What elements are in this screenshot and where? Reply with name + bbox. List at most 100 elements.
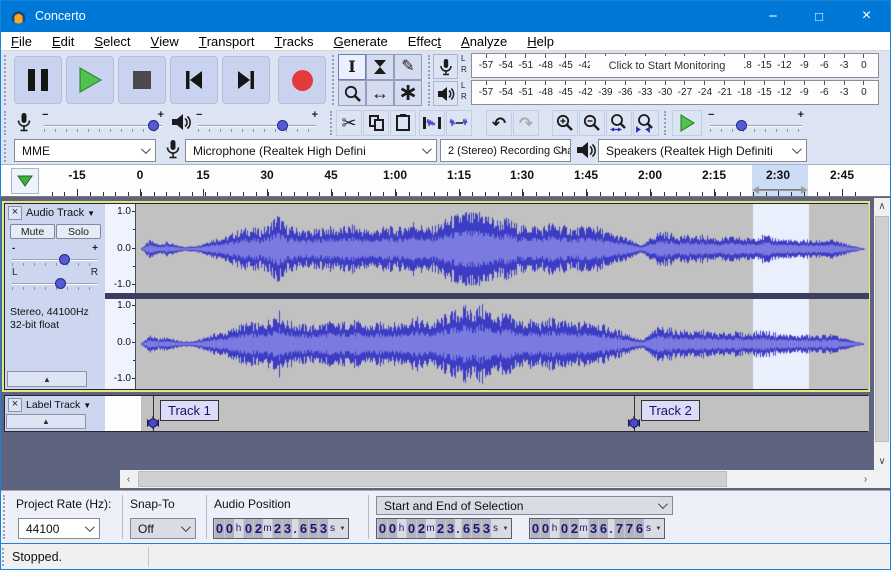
- zoom-in-button[interactable]: [552, 110, 578, 136]
- recording-channels-select[interactable]: 2 (Stereo) Recording Channels: [440, 139, 571, 162]
- recording-meter[interactable]: Click to Start Monitoring -57-54-51-48-4…: [471, 53, 879, 78]
- menu-item-generate[interactable]: Generate: [323, 32, 397, 51]
- play-speed-slider[interactable]: −+: [710, 112, 802, 134]
- scroll-left-button[interactable]: ‹: [120, 470, 137, 488]
- vertical-scroll-thumb[interactable]: [875, 216, 889, 442]
- label-track-content[interactable]: Track 1 Track 2: [105, 396, 869, 431]
- fit-project-button[interactable]: [633, 110, 659, 136]
- time-format-dropdown-icon[interactable]: ▼: [337, 519, 348, 538]
- scroll-up-button[interactable]: ∧: [874, 198, 890, 215]
- fit-selection-button[interactable]: [606, 110, 632, 136]
- playback-meter-grip[interactable]: [428, 82, 430, 106]
- stop-button[interactable]: [118, 56, 166, 104]
- playback-meter-button[interactable]: [433, 81, 458, 106]
- label-track-control-panel[interactable]: × Label Track▼ ▲: [5, 396, 105, 431]
- horizontal-scrollbar[interactable]: ‹ ›: [120, 470, 874, 488]
- label-text[interactable]: Track 2: [641, 400, 700, 421]
- pause-button[interactable]: [14, 56, 62, 104]
- selection-start-display[interactable]: 00h02m23.653s▼: [376, 518, 512, 539]
- timeline-ruler[interactable]: -1501530451:001:151:301:452:002:152:302:…: [0, 165, 891, 197]
- selection-tool-button[interactable]: I: [338, 54, 366, 80]
- vertical-scrollbar[interactable]: ∧ ∨: [874, 198, 890, 470]
- close-track-button[interactable]: ×: [8, 206, 22, 220]
- timeline-options-button[interactable]: [11, 168, 39, 194]
- playback-volume-slider[interactable]: −+: [198, 112, 316, 134]
- maximize-button[interactable]: □: [796, 0, 842, 32]
- label-track[interactable]: × Label Track▼ ▲ Track 1 Track 2: [4, 395, 868, 432]
- copy-button[interactable]: [363, 110, 389, 136]
- quick-play-region-handle[interactable]: [752, 186, 808, 194]
- track-gain-slider[interactable]: - +: [12, 246, 98, 264]
- cut-button[interactable]: ✂: [336, 110, 362, 136]
- mixer-toolbar-grip[interactable]: [4, 111, 6, 135]
- time-format-dropdown-icon[interactable]: ▼: [653, 519, 664, 538]
- selection-toolbar-grip[interactable]: [3, 495, 5, 539]
- audio-track[interactable]: × Audio Track▼ Mute Solo - + L R Ster: [4, 203, 868, 390]
- recording-volume-slider[interactable]: −+: [44, 112, 162, 134]
- zoom-out-button[interactable]: [579, 110, 605, 136]
- draw-tool-button[interactable]: ✎: [394, 54, 422, 80]
- playback-volume-thumb[interactable]: [277, 120, 288, 131]
- playback-meter[interactable]: -57-54-51-48-45-42-39-36-33-30-27-24-21-…: [471, 80, 879, 105]
- playback-device-select[interactable]: Speakers (Realtek High Definiti: [598, 139, 807, 162]
- horizontal-scroll-thumb[interactable]: [138, 471, 727, 487]
- collapse-track-button[interactable]: ▲: [7, 371, 87, 387]
- recording-meter-button[interactable]: [433, 54, 458, 79]
- multi-tool-button[interactable]: ∗: [394, 80, 422, 106]
- device-toolbar-grip[interactable]: [4, 140, 6, 162]
- project-rate-select[interactable]: 44100: [18, 518, 100, 539]
- menu-item-transport[interactable]: Transport: [189, 32, 265, 51]
- play-at-speed-grip[interactable]: [664, 111, 666, 135]
- time-format-dropdown-icon[interactable]: ▼: [500, 519, 511, 538]
- close-track-button[interactable]: ×: [8, 398, 22, 412]
- minimize-button[interactable]: −: [750, 0, 796, 32]
- track-pan-slider[interactable]: L R: [12, 270, 98, 288]
- play-button[interactable]: [66, 56, 114, 104]
- mute-button[interactable]: Mute: [10, 224, 55, 239]
- selection-end-display[interactable]: 00h02m36.776s▼: [529, 518, 665, 539]
- menu-item-help[interactable]: Help: [517, 32, 564, 51]
- undo-button[interactable]: ↶: [486, 110, 512, 136]
- recording-volume-thumb[interactable]: [148, 120, 159, 131]
- solo-button[interactable]: Solo: [56, 224, 101, 239]
- paste-button[interactable]: [390, 110, 416, 136]
- title-bar[interactable]: Concerto − □ ×: [0, 0, 891, 32]
- snap-to-select[interactable]: Off: [130, 518, 196, 539]
- transport-toolbar-grip[interactable]: [4, 55, 6, 105]
- scroll-right-button[interactable]: ›: [857, 470, 874, 488]
- menu-item-effect[interactable]: Effect: [398, 32, 451, 51]
- monitoring-prompt[interactable]: Click to Start Monitoring: [590, 56, 744, 75]
- tools-toolbar-grip[interactable]: [332, 55, 334, 105]
- track-workspace[interactable]: × Audio Track▼ Mute Solo - + L R Ster: [0, 197, 891, 490]
- menu-item-edit[interactable]: Edit: [42, 32, 84, 51]
- zoom-tool-button[interactable]: [338, 80, 366, 106]
- skip-to-end-button[interactable]: [222, 56, 270, 104]
- track-pan-thumb[interactable]: [55, 278, 66, 289]
- recording-meter-grip[interactable]: [428, 55, 430, 79]
- audio-track-control-panel[interactable]: × Audio Track▼ Mute Solo - + L R Ster: [5, 204, 105, 389]
- close-button[interactable]: ×: [842, 0, 891, 32]
- label-text[interactable]: Track 1: [160, 400, 219, 421]
- menu-item-file[interactable]: File: [1, 32, 42, 51]
- time-shift-tool-button[interactable]: ↔: [366, 80, 394, 106]
- audio-host-select[interactable]: MME: [14, 139, 156, 162]
- collapse-track-button[interactable]: ▲: [6, 414, 86, 429]
- silence-audio-button[interactable]: [446, 110, 472, 136]
- play-speed-thumb[interactable]: [736, 120, 747, 131]
- scroll-down-button[interactable]: ∨: [874, 453, 890, 470]
- audio-track-name-menu[interactable]: Audio Track▼: [26, 207, 95, 219]
- menu-item-tracks[interactable]: Tracks: [264, 32, 323, 51]
- label-marker-icon[interactable]: [147, 416, 160, 435]
- skip-to-start-button[interactable]: [170, 56, 218, 104]
- record-button[interactable]: [278, 56, 326, 104]
- play-at-speed-button[interactable]: [672, 110, 702, 136]
- redo-button[interactable]: ↷: [513, 110, 539, 136]
- edit-toolbar-grip[interactable]: [330, 111, 332, 135]
- label-track-name-menu[interactable]: Label Track▼: [26, 399, 91, 411]
- audio-position-display[interactable]: 00h02m23.653s▼: [213, 518, 349, 539]
- menu-item-select[interactable]: Select: [84, 32, 140, 51]
- recording-device-select[interactable]: Microphone (Realtek High Defini: [185, 139, 437, 162]
- menu-item-view[interactable]: View: [141, 32, 189, 51]
- trim-audio-button[interactable]: [419, 110, 445, 136]
- label-marker-icon[interactable]: [628, 416, 641, 435]
